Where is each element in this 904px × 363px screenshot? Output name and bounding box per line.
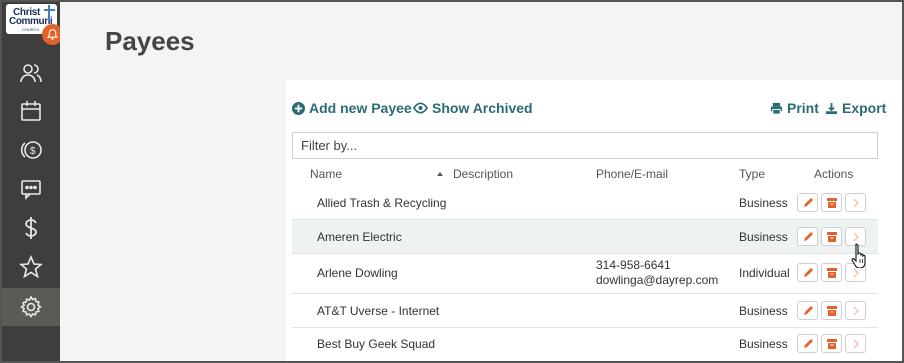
payee-type: Individual (739, 266, 790, 280)
sidebar-item-giving[interactable]: $ (2, 131, 60, 169)
export-label: Export (842, 100, 887, 116)
sidebar: Christ Communi CHURCH $ (2, 2, 63, 361)
sort-ascending-icon[interactable] (437, 172, 443, 176)
svg-text:$: $ (30, 146, 36, 157)
hand-cursor-icon (851, 243, 866, 268)
cross-icon (44, 5, 55, 21)
payee-type: Business (739, 337, 788, 351)
app-window: Christ Communi CHURCH $ Payees Add new P… (0, 0, 904, 363)
view-details-button[interactable] (845, 193, 866, 212)
archive-button[interactable] (821, 301, 842, 320)
payee-type: Business (739, 196, 788, 210)
archive-button[interactable] (821, 227, 842, 246)
edit-button[interactable] (797, 301, 818, 320)
table-row[interactable]: AT&T Uverse - Internet Business (292, 294, 878, 328)
pencil-icon (803, 267, 813, 277)
sidebar-item-people[interactable] (2, 54, 60, 92)
edit-button[interactable] (797, 334, 818, 353)
chevron-right-icon (853, 306, 859, 315)
edit-button[interactable] (797, 193, 818, 212)
archive-icon (826, 305, 837, 316)
sidebar-item-messages[interactable] (2, 170, 60, 208)
archive-button[interactable] (821, 263, 842, 282)
archive-icon (826, 197, 837, 208)
sidebar-item-favorites[interactable] (2, 248, 60, 286)
coin-icon: $ (20, 141, 42, 159)
column-header-phone-email[interactable]: Phone/E-mail (596, 167, 668, 181)
table-row[interactable]: Allied Trash & Recycling Business (292, 186, 878, 220)
add-payee-button[interactable]: Add new Payee (292, 100, 412, 116)
pencil-icon (803, 231, 813, 241)
page-header: Payees (60, 2, 902, 80)
pencil-icon (803, 305, 813, 315)
logo-line-3: CHURCH (22, 27, 40, 32)
star-icon (19, 255, 43, 279)
chevron-right-icon (853, 339, 859, 348)
view-details-button[interactable] (845, 301, 866, 320)
chat-icon (21, 180, 41, 200)
archive-button[interactable] (821, 193, 842, 212)
print-button[interactable]: Print (770, 100, 819, 116)
plus-circle-icon (292, 101, 305, 115)
chevron-right-icon (853, 268, 859, 277)
show-archived-button[interactable]: Show Archived (413, 100, 533, 116)
dollar-icon (25, 217, 37, 239)
gear-icon (20, 295, 42, 318)
chevron-right-icon (853, 232, 859, 241)
archive-icon (826, 338, 837, 349)
sidebar-item-settings[interactable] (2, 288, 60, 326)
payee-name: Ameren Electric (317, 230, 402, 244)
column-header-description[interactable]: Description (453, 167, 513, 181)
archive-button[interactable] (821, 334, 842, 353)
table-row[interactable]: Ameren Electric Business (292, 220, 878, 254)
column-header-type[interactable]: Type (739, 167, 765, 181)
sidebar-item-finance[interactable] (2, 209, 60, 247)
print-label: Print (787, 100, 819, 116)
archive-icon (826, 231, 837, 242)
table-row[interactable]: Arlene Dowling 314-958-6641 dowlinga@day… (292, 254, 878, 294)
show-archived-label: Show Archived (432, 100, 533, 116)
pencil-icon (803, 197, 813, 207)
view-details-button[interactable] (845, 334, 866, 353)
filter-input[interactable] (292, 132, 878, 159)
export-button[interactable]: Export (825, 100, 886, 116)
column-header-actions: Actions (814, 167, 854, 181)
edit-button[interactable] (797, 263, 818, 282)
payee-name: Arlene Dowling (317, 266, 398, 280)
payee-name: Best Buy Geek Squad (317, 337, 436, 351)
people-icon (20, 64, 42, 83)
table-row[interactable]: Best Buy Geek Squad Business (292, 328, 878, 361)
archive-icon (826, 267, 837, 278)
payee-phone: 314-958-6641 (596, 258, 671, 272)
payee-name: AT&T Uverse - Internet (317, 304, 440, 318)
payee-name: Allied Trash & Recycling (317, 196, 447, 210)
payee-type: Business (739, 230, 788, 244)
page-title: Payees (105, 26, 195, 56)
payee-email[interactable]: dowlinga@dayrep.com (596, 273, 718, 287)
add-payee-label: Add new Payee (309, 100, 412, 116)
printer-icon (770, 102, 783, 115)
sidebar-item-calendar[interactable] (2, 92, 60, 130)
payee-type: Business (739, 304, 788, 318)
edit-button[interactable] (797, 227, 818, 246)
calendar-icon (21, 101, 41, 121)
pencil-icon (803, 338, 813, 348)
chevron-right-icon (853, 198, 859, 207)
column-header-name[interactable]: Name (310, 167, 342, 181)
eye-icon (413, 102, 428, 114)
download-icon (825, 102, 838, 114)
